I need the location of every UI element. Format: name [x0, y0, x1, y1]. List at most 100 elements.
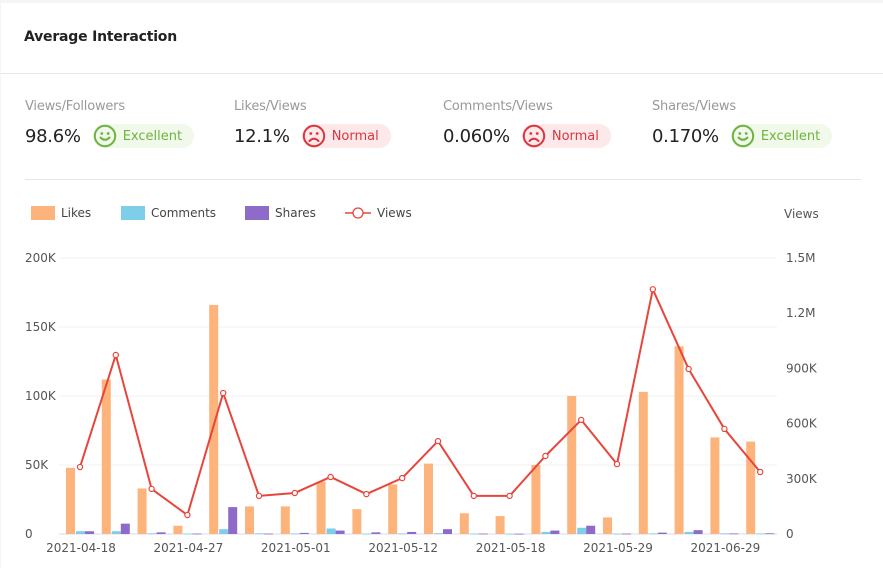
likes-bar [209, 304, 219, 534]
shares-bar [657, 532, 667, 534]
shares-bar [192, 533, 202, 535]
likes-bar [137, 488, 147, 534]
left-tick-label: 50K [25, 458, 49, 472]
views-point [255, 492, 263, 500]
legend-shares-swatch [245, 206, 269, 220]
left-tick-label: 200K [25, 251, 57, 265]
likes-bar [424, 463, 433, 534]
x-tick-label: 2021-05-01 [261, 541, 331, 555]
x-tick-label: 2021-04-27 [154, 541, 224, 555]
metric-row: 0.060% Normal [443, 121, 652, 151]
shares-bar [622, 533, 631, 535]
metric-label: Shares/Views [652, 99, 736, 114]
right-tick-label: 0 [786, 527, 794, 541]
comments-bar [76, 531, 85, 534]
legend-likes-label: Likes [61, 206, 91, 220]
comments-bar [147, 533, 157, 535]
comments-bar [219, 529, 229, 534]
rating-text: Excellent [122, 128, 183, 144]
comments-bar [505, 533, 515, 535]
likes-bar [674, 346, 684, 534]
comments-bar [290, 533, 300, 535]
shares-bar [765, 533, 775, 535]
comments-bar [255, 533, 264, 535]
shares-bar [335, 530, 345, 534]
views-point [76, 463, 84, 471]
metric-label: Views/Followers [25, 99, 125, 114]
shares-bar [514, 533, 524, 535]
metric-row: 0.170% Excellent [652, 121, 861, 151]
comments-bar [362, 533, 372, 535]
views-point [578, 416, 585, 424]
views-point [327, 473, 334, 481]
likes-bar [101, 379, 111, 534]
likes-bar [495, 516, 505, 534]
metric-label: Comments/Views [443, 99, 553, 114]
shares-bar [371, 532, 381, 534]
comments-bar [111, 531, 121, 534]
views-point [148, 485, 155, 493]
average-interaction-card: Average Interaction Views/Followers 98.6%… [1, 3, 883, 568]
metric-views-per-followers: Views/Followers 98.6% Excellent [25, 97, 234, 151]
left-tick-label: 150K [25, 320, 57, 334]
views-point [434, 437, 442, 445]
comments-bar [720, 533, 730, 535]
likes-bar [388, 484, 398, 534]
shares-bar [228, 507, 238, 534]
x-tick-label: 2021-04-18 [46, 541, 116, 555]
metric-comments-per-views: Comments/Views 0.060% Normal [443, 97, 652, 151]
shares-bar [443, 529, 452, 534]
rating-badge: Normal [521, 124, 611, 148]
likes-bar [638, 391, 648, 534]
likes-bar [603, 517, 612, 534]
left-tick-label: 100K [25, 389, 57, 403]
comments-bar [469, 533, 479, 535]
shares-bar [478, 533, 488, 535]
likes-bar [710, 437, 720, 534]
rating-badge: Excellent [92, 124, 195, 148]
right-tick-label: 1.2M [786, 306, 815, 320]
metric-value: 98.6% [25, 125, 81, 147]
views-point [685, 365, 692, 373]
comments-bar [684, 531, 694, 534]
comments-bar [648, 533, 658, 535]
shares-bar [693, 530, 703, 534]
shares-bar [156, 532, 166, 534]
likes-bar [531, 465, 541, 534]
right-tick-label: 1.5M [786, 251, 815, 265]
legend-shares-label: Shares [275, 206, 316, 220]
shares-bar [120, 523, 130, 534]
views-point [219, 389, 227, 397]
x-tick-label: 2021-05-18 [476, 541, 546, 555]
shares-bar [264, 533, 273, 535]
views-point [291, 489, 298, 497]
legend-comments-swatch [121, 206, 145, 220]
views-point [506, 492, 513, 500]
views-point [112, 351, 120, 359]
views-point [399, 474, 406, 482]
right-tick-label: 600K [786, 417, 818, 431]
comments-bar [398, 533, 408, 535]
frown-icon [522, 124, 546, 148]
metric-value: 0.170% [652, 125, 719, 147]
views-point [542, 452, 549, 460]
views-line [79, 288, 761, 517]
views-point [184, 511, 191, 519]
comments-bar [183, 533, 193, 535]
shares-bar [407, 531, 417, 534]
legend-likes-swatch [31, 206, 55, 220]
likes-bar [66, 467, 75, 534]
legend-comments-label: Comments [151, 206, 216, 220]
left-tick-label: 0 [25, 527, 33, 541]
comments-bar [434, 533, 443, 534]
rating-badge: Normal [301, 124, 391, 148]
right-tick-label: 300K [786, 472, 818, 486]
metric-likes-per-views: Likes/Views 12.1% Normal [234, 97, 443, 151]
x-tick-label: 2021-06-29 [691, 541, 761, 555]
comments-bar [541, 531, 551, 534]
rating-badge: Excellent [730, 124, 833, 148]
likes-bar [245, 506, 254, 534]
metric-shares-per-views: Shares/Views 0.170% Excellent [652, 97, 861, 151]
comments-bar [326, 528, 336, 534]
right-axis-title: Views [784, 207, 819, 221]
